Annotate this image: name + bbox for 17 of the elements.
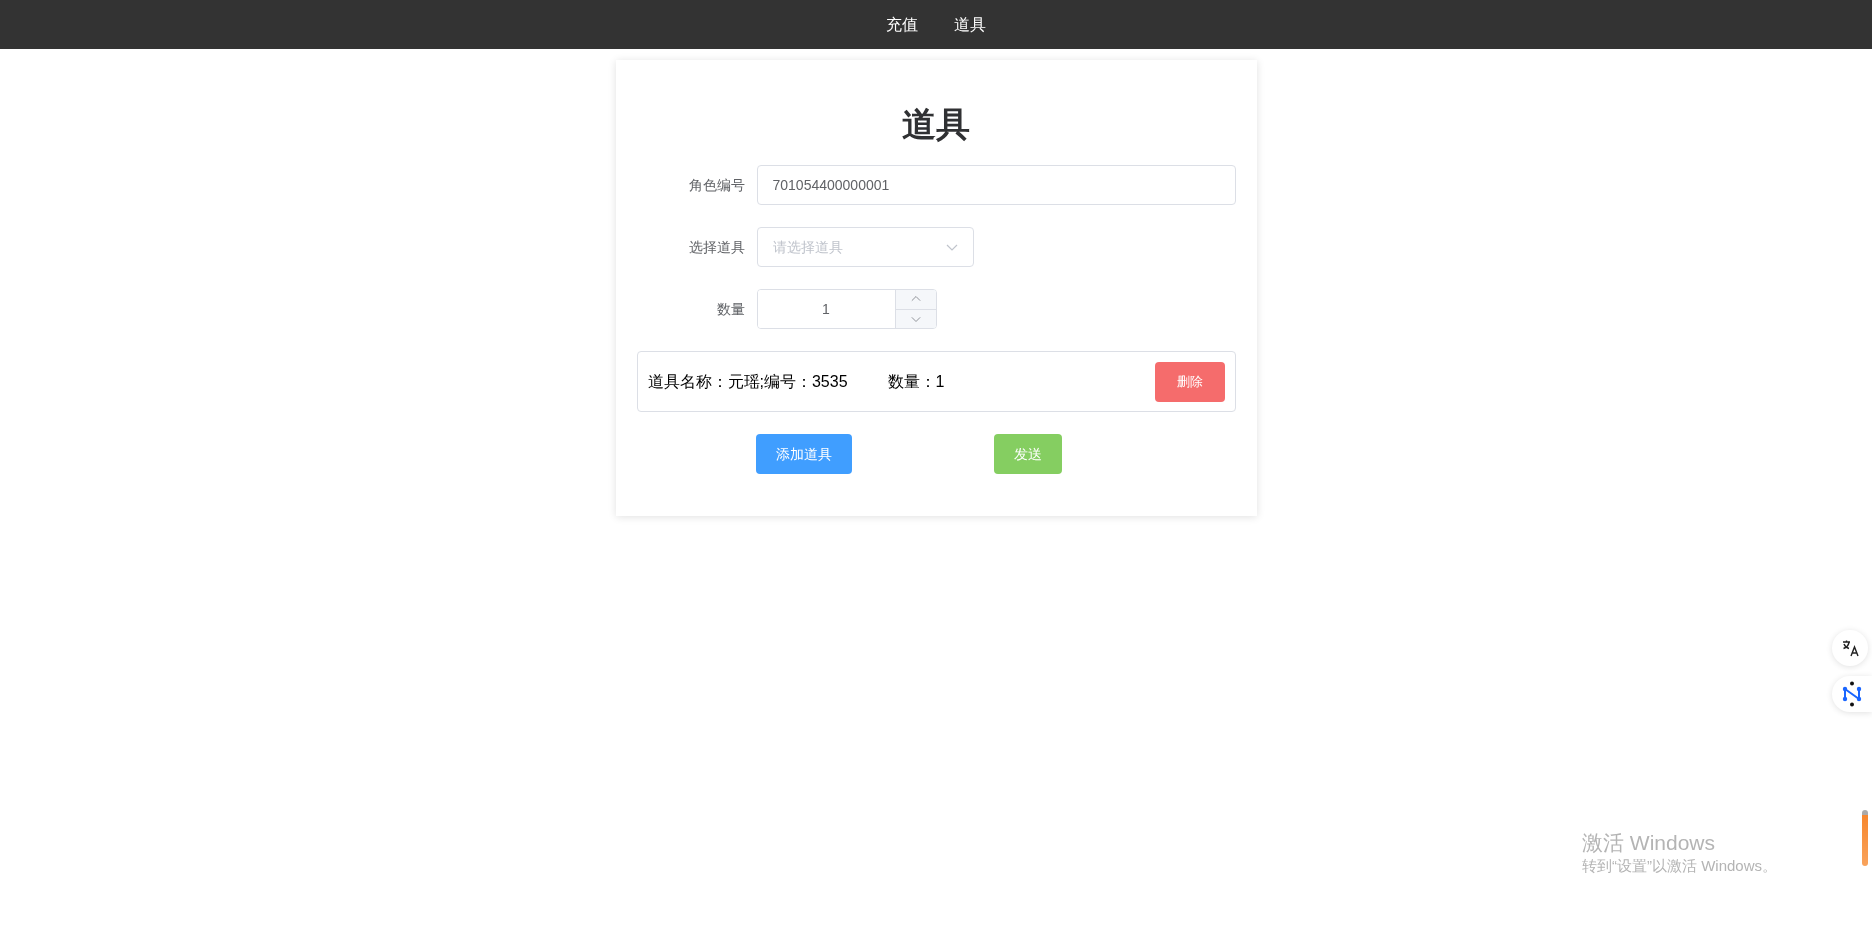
scroll-thumb[interactable] — [1862, 810, 1868, 866]
text-field[interactable]: 701054400000001 — [756, 165, 1236, 205]
translate-icon — [1841, 639, 1859, 657]
activation-title: 激活 Windows — [1582, 830, 1717, 856]
node-graph-icon — [1841, 681, 1863, 707]
nav-link[interactable]: 道具 — [936, 12, 1004, 37]
form-title: 道具 — [901, 104, 971, 145]
nav-link[interactable]: 充值 — [868, 12, 936, 37]
item-name: 道具名称：元瑶;编号：3535 — [647, 371, 848, 392]
field-label: 数量 — [715, 299, 745, 319]
number-field[interactable]: 1 — [756, 289, 937, 329]
field-label: 角色编号 — [687, 175, 745, 195]
translate-button[interactable] — [1832, 630, 1868, 666]
field-label: 选择道具 — [687, 237, 745, 257]
ai-assistant-button[interactable] — [1832, 676, 1872, 712]
item-quantity: 数量：1 — [887, 371, 945, 392]
activation-subtitle: 转到“设置”以激活 Windows。 — [1582, 856, 1777, 876]
